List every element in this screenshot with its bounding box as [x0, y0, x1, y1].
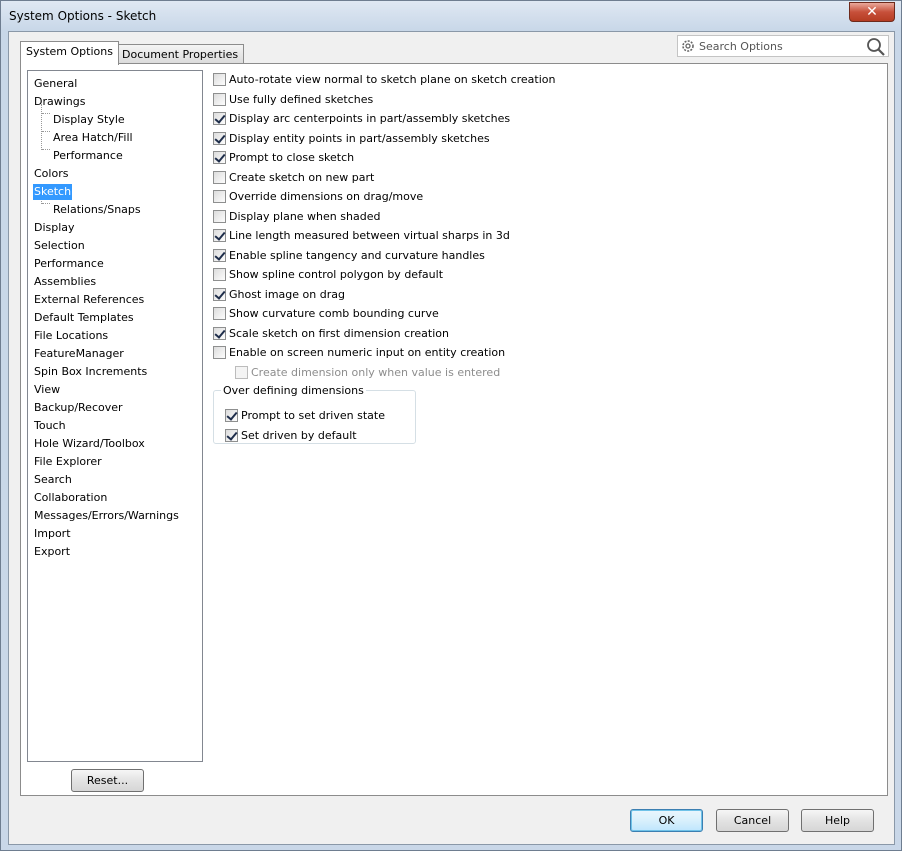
option-label: Set driven by default	[241, 429, 357, 442]
tree-connector	[41, 104, 42, 150]
tree-item-general[interactable]: General	[33, 76, 78, 92]
option-label: Create dimension only when value is ente…	[251, 366, 501, 379]
tree-item-display-style[interactable]: Display Style	[52, 112, 126, 128]
option-checkbox[interactable]	[213, 93, 226, 106]
tree-item-colors[interactable]: Colors	[33, 166, 69, 182]
option-label: Display entity points in part/assembly s…	[229, 132, 490, 145]
search-options-box[interactable]: Search Options	[677, 35, 889, 57]
tab-system-options[interactable]: System Options	[20, 41, 119, 65]
system-options-dialog: System Options - Sketch ✕ System Options…	[0, 0, 902, 851]
tree-item-file-locations[interactable]: File Locations	[33, 328, 109, 344]
option-checkbox[interactable]	[213, 229, 226, 242]
tree-item-performance[interactable]: Performance	[33, 256, 105, 272]
gear-icon[interactable]	[680, 38, 696, 54]
tree-item-backup-recover[interactable]: Backup/Recover	[33, 400, 124, 416]
tree-item-import[interactable]: Import	[33, 526, 72, 542]
close-icon: ✕	[866, 4, 878, 20]
option-label: Prompt to close sketch	[229, 151, 355, 164]
option-checkbox[interactable]	[213, 249, 226, 262]
tree-item-assemblies[interactable]: Assemblies	[33, 274, 97, 290]
option-label: Prompt to set driven state	[241, 409, 385, 422]
option-label: Override dimensions on drag/move	[229, 190, 424, 203]
option-label: Show spline control polygon by default	[229, 268, 444, 281]
options-panel: General Drawings Display Style Area Hatc…	[20, 63, 888, 796]
tree-connector	[42, 131, 50, 132]
option-label: Ghost image on drag	[229, 288, 345, 301]
cancel-button[interactable]: Cancel	[716, 809, 789, 832]
option-checkbox[interactable]	[213, 288, 226, 301]
close-button[interactable]: ✕	[849, 2, 895, 22]
option-checkbox[interactable]	[213, 73, 226, 86]
reset-button[interactable]: Reset...	[71, 769, 144, 792]
tree-item-featuremanager[interactable]: FeatureManager	[33, 346, 125, 362]
option-checkbox[interactable]	[213, 112, 226, 125]
option-label: Create sketch on new part	[229, 171, 375, 184]
option-checkbox[interactable]	[213, 307, 226, 320]
option-label: Enable spline tangency and curvature han…	[229, 249, 485, 262]
tree-item-area-hatch-fill[interactable]: Area Hatch/Fill	[52, 130, 134, 146]
option-checkbox[interactable]	[213, 327, 226, 340]
option-label: Use fully defined sketches	[229, 93, 374, 106]
tree-connector	[42, 113, 50, 114]
tree-item-search[interactable]: Search	[33, 472, 73, 488]
option-checkbox[interactable]	[213, 171, 226, 184]
tree-item-file-explorer[interactable]: File Explorer	[33, 454, 103, 470]
over-defining-title: Over defining dimensions	[221, 384, 366, 397]
option-checkbox[interactable]	[213, 268, 226, 281]
option-label: Display arc centerpoints in part/assembl…	[229, 112, 511, 125]
tree-item-relations-snaps[interactable]: Relations/Snaps	[52, 202, 142, 218]
tree-item-messages-errors-warnings[interactable]: Messages/Errors/Warnings	[33, 508, 180, 524]
tree-item-spin-box-increments[interactable]: Spin Box Increments	[33, 364, 148, 380]
tree-connector	[42, 149, 50, 150]
options-tree[interactable]: General Drawings Display Style Area Hatc…	[27, 70, 203, 762]
option-checkbox[interactable]	[225, 429, 238, 442]
option-checkbox[interactable]	[225, 409, 238, 422]
ok-button[interactable]: OK	[630, 809, 703, 832]
tab-document-properties[interactable]: Document Properties	[116, 44, 245, 63]
option-label: Display plane when shaded	[229, 210, 381, 223]
tree-item-drawings[interactable]: Drawings	[33, 94, 86, 110]
tree-item-display[interactable]: Display	[33, 220, 76, 236]
option-label: Show curvature comb bounding curve	[229, 307, 439, 320]
tree-item-collaboration[interactable]: Collaboration	[33, 490, 108, 506]
option-checkbox[interactable]	[213, 132, 226, 145]
tree-item-drawings-performance[interactable]: Performance	[52, 148, 124, 164]
option-checkbox[interactable]	[213, 151, 226, 164]
tab-system-options-label: System Options	[26, 45, 113, 58]
tree-connector	[42, 203, 50, 204]
title-bar[interactable]: System Options - Sketch ✕	[1, 1, 901, 31]
tree-item-default-templates[interactable]: Default Templates	[33, 310, 135, 326]
tree-item-sketch[interactable]: Sketch	[33, 184, 73, 200]
dialog-client-area: System Options Document Properties Searc…	[8, 31, 895, 845]
option-checkbox[interactable]	[213, 346, 226, 359]
search-input[interactable]: Search Options	[699, 40, 783, 53]
option-label: Enable on screen numeric input on entity…	[229, 346, 506, 359]
option-checkbox[interactable]	[213, 190, 226, 203]
option-checkbox[interactable]	[213, 210, 226, 223]
tree-item-selection[interactable]: Selection	[33, 238, 86, 254]
option-label: Line length measured between virtual sha…	[229, 229, 510, 242]
option-label: Scale sketch on first dimension creation	[229, 327, 449, 340]
tree-item-hole-wizard-toolbox[interactable]: Hole Wizard/Toolbox	[33, 436, 146, 452]
tree-item-external-references[interactable]: External References	[33, 292, 145, 308]
option-checkbox	[235, 366, 248, 379]
tree-item-export[interactable]: Export	[33, 544, 71, 560]
tab-document-properties-label: Document Properties	[122, 48, 239, 61]
option-label: Auto-rotate view normal to sketch plane …	[229, 73, 556, 86]
search-icon[interactable]	[866, 37, 886, 57]
tree-item-touch[interactable]: Touch	[33, 418, 67, 434]
help-button[interactable]: Help	[801, 809, 874, 832]
tree-item-view[interactable]: View	[33, 382, 61, 398]
window-title: System Options - Sketch	[9, 9, 157, 23]
